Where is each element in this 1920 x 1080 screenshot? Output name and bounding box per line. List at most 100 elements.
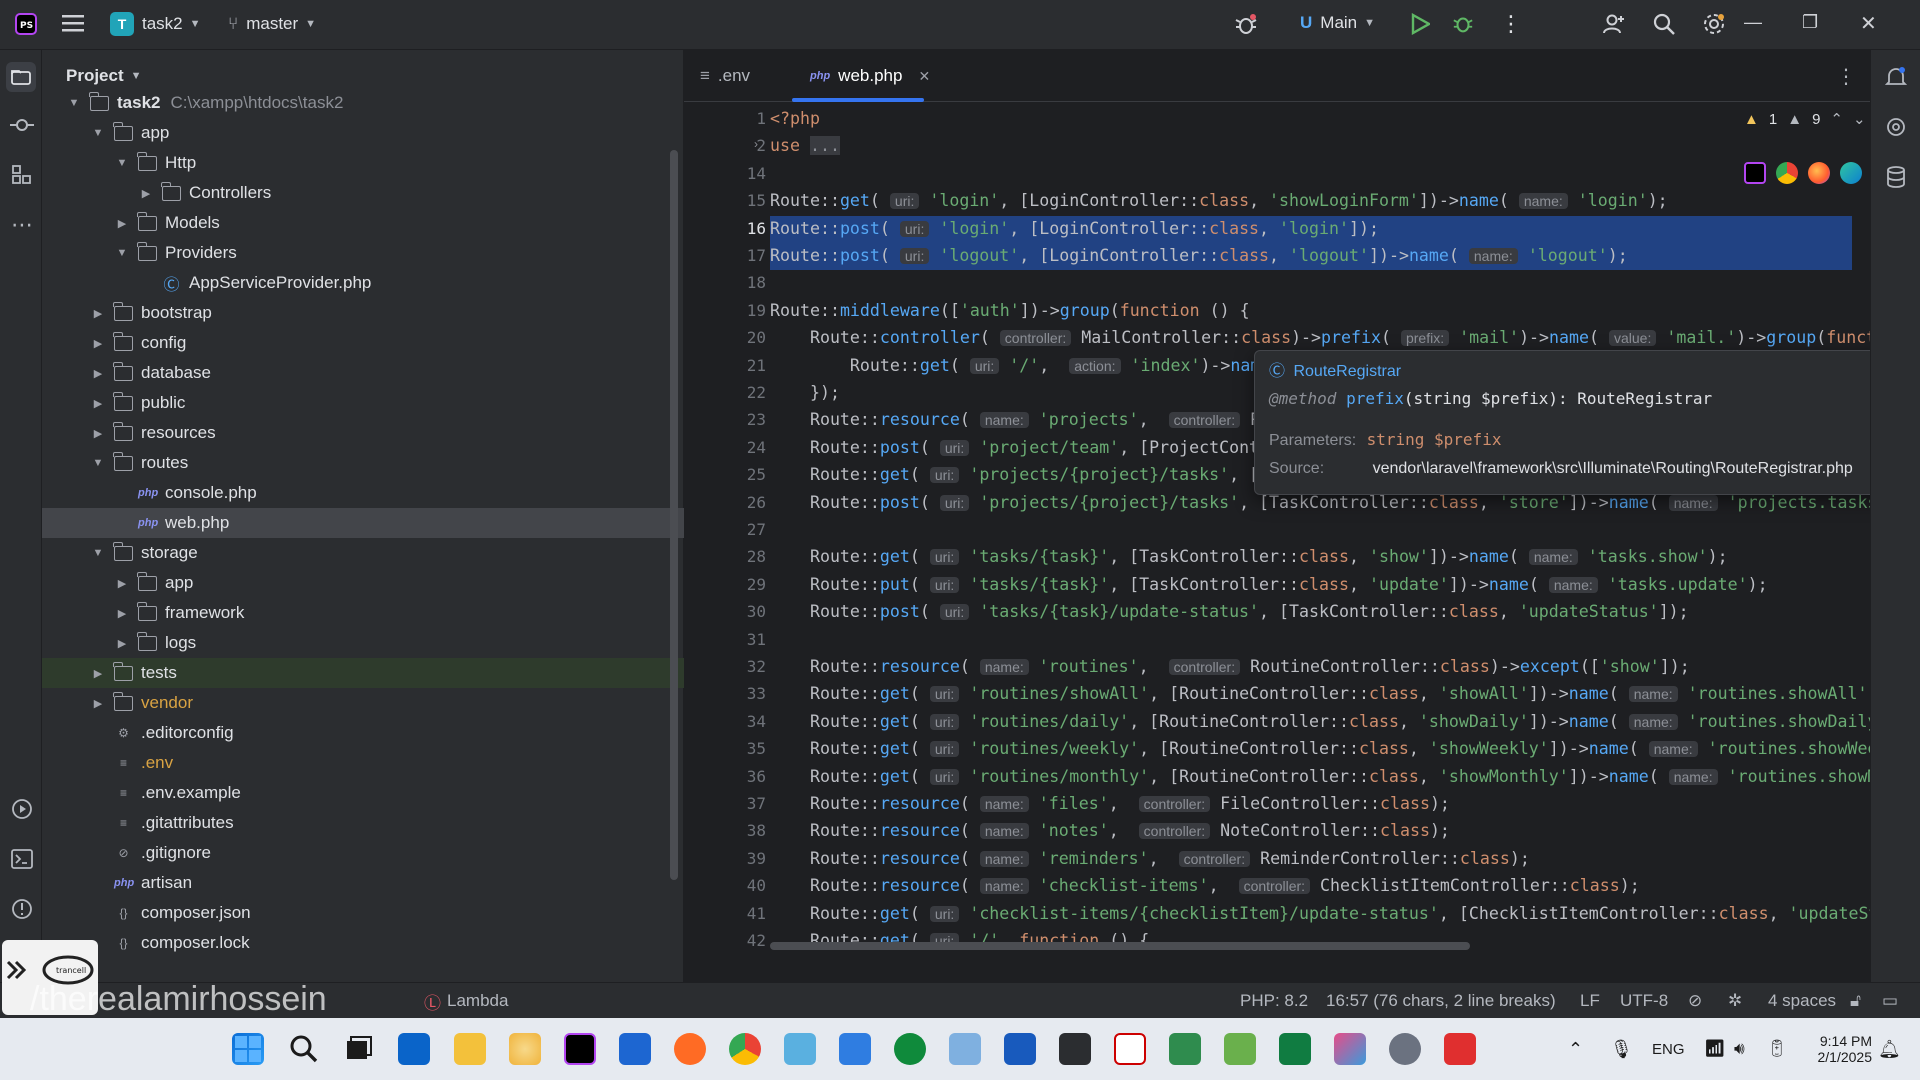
tree-item[interactable]: ▶ logs [42,628,686,658]
chevron-down-icon[interactable]: ▼ [90,127,106,139]
chevron-right-icon[interactable]: ▶ [90,367,106,380]
bug-icon[interactable] [1234,12,1258,36]
memory-indicator-icon[interactable]: ▭ [1882,983,1898,1019]
structure-icon[interactable] [9,162,35,188]
terminal-icon[interactable] [9,846,35,872]
excel-icon[interactable] [1279,1033,1311,1065]
app-logo-icon[interactable]: PS [14,12,38,36]
ai-assistant-icon[interactable] [1883,114,1909,140]
debug-button[interactable] [1452,13,1474,35]
popup-class-name[interactable]: RouteRegistrar [1293,363,1401,380]
chevron-down-icon[interactable]: ▼ [90,457,106,469]
php-version[interactable]: PHP: 8.2 [1240,983,1308,1019]
chevron-down-icon[interactable]: ▼ [90,547,106,559]
app-icon-8[interactable] [1169,1033,1201,1065]
tab-web-php[interactable]: php web.php ✕ [810,50,930,102]
chevron-down-icon[interactable]: ⌄ [1853,110,1866,128]
code-line[interactable]: Route::post( uri: 'project/team', [Proje… [770,434,1269,462]
inspection-widget[interactable]: ▲ 1 ▲ 9 ⌃ ⌄ [1744,110,1866,129]
add-user-icon[interactable] [1602,12,1626,36]
code-line[interactable]: Route::post( uri: 'logout', [LoginContro… [770,242,1628,270]
tree-item[interactable]: ▶ framework [42,598,686,628]
close-button[interactable]: ✕ [1860,11,1918,36]
tray-overflow-icon[interactable]: ⌃ [1568,1018,1583,1080]
tree-item[interactable]: ▶ Controllers [42,178,686,208]
chevron-right-icon[interactable]: ▶ [90,667,106,680]
code-line[interactable]: Route::post( uri: 'login', [LoginControl… [770,215,1379,243]
phpstorm-taskbar-icon[interactable] [564,1033,596,1065]
tree-item[interactable]: php web.php [42,508,686,538]
more-actions-icon[interactable]: ⋮ [1500,11,1522,37]
app-icon-11[interactable] [1444,1033,1476,1065]
tree-item[interactable]: {} composer.json [42,898,686,928]
tree-item[interactable]: ▼ routes [42,448,686,478]
code-line[interactable]: Route::get( uri: 'login', [LoginControll… [770,187,1668,215]
tree-item[interactable]: Ⓒ AppServiceProvider.php [42,268,686,298]
tree-item[interactable]: ≡ .env.example [42,778,686,808]
tab-options-icon[interactable]: ⋮ [1836,50,1856,102]
windows-start-icon[interactable] [232,1033,264,1065]
horizontal-scrollbar[interactable] [770,942,1470,950]
project-scrollbar[interactable] [670,150,678,880]
chevron-right-icon[interactable]: ▶ [114,637,130,650]
close-tab-icon[interactable]: ✕ [918,68,930,85]
postman-icon[interactable] [674,1033,706,1065]
app-icon-7[interactable] [1114,1033,1146,1065]
app-icon-4[interactable] [894,1033,926,1065]
app-icon-3[interactable] [784,1033,816,1065]
code-line[interactable]: <?php [770,105,820,133]
microphone-icon[interactable]: 🎙︎ [1610,1018,1633,1080]
battery-icon[interactable]: 🔋︎ [1766,1018,1788,1080]
chrome-icon[interactable] [1776,162,1798,184]
tree-item[interactable]: ▼ task2 C:\xampp\htdocs\task2 [42,88,686,118]
tree-item[interactable]: ▼ Http [42,148,686,178]
code-line[interactable]: Route::middleware(['auth'])->group(funct… [770,297,1250,325]
code-line[interactable]: Route::resource( name: 'projects', contr… [770,406,1270,434]
search-icon[interactable] [288,1033,320,1065]
code-line[interactable]: Route::resource( name: 'checklist-items'… [770,872,1640,900]
app-icon-9[interactable] [1224,1033,1256,1065]
chevron-right-icon[interactable]: ▶ [90,397,106,410]
app-icon-1[interactable] [509,1033,541,1065]
code-line[interactable]: Route::get( uri: 'routines/showAll', [Ro… [770,680,1888,708]
run-config-selector[interactable]: U Main ▼ [1300,13,1375,33]
code-line[interactable]: use ... [770,132,840,160]
chevron-down-icon[interactable]: ▼ [114,247,130,259]
project-selector[interactable]: T task2 ▼ [110,12,201,36]
code-line[interactable]: Route::get( uri: 'routines/monthly', [Ro… [770,763,1888,791]
tree-item[interactable]: ▼ storage [42,538,686,568]
tree-item[interactable]: ▶ bootstrap [42,298,686,328]
tree-item[interactable]: ▶ resources [42,418,686,448]
tab-env[interactable]: ≡ .env [700,50,750,102]
more-tools-icon[interactable]: ⋯ [9,212,35,238]
tree-item[interactable]: ▶ public [42,388,686,418]
notifications-icon[interactable] [1883,64,1909,90]
tree-item[interactable]: ⊘ .gitignore [42,838,686,868]
chevron-right-icon[interactable]: ▶ [114,607,130,620]
chevron-right-icon[interactable]: ▶ [90,427,106,440]
tree-item[interactable]: ▶ app [42,568,686,598]
tree-item[interactable]: ▶ tests [42,658,686,688]
code-line[interactable]: Route::get( uri: 'projects/{project}/tas… [770,461,1269,489]
chevron-right-icon[interactable]: ▶ [114,577,130,590]
main-menu-icon[interactable] [62,14,84,32]
chevron-right-icon[interactable]: ▶ [90,307,106,320]
firefox-icon[interactable] [1808,162,1830,184]
tree-item[interactable]: ▼ app [42,118,686,148]
file-encoding[interactable]: UTF-8 [1620,983,1668,1019]
services-icon[interactable] [9,796,35,822]
task-view-icon[interactable] [343,1033,375,1065]
code-line[interactable]: Route::resource( name: 'routines', contr… [770,653,1690,681]
tree-item[interactable]: php artisan [42,868,686,898]
code-line[interactable]: Route::resource( name: 'files', controll… [770,790,1450,818]
inspection-settings-icon[interactable]: ✲ [1728,983,1742,1019]
indent-setting[interactable]: 4 spaces [1768,983,1836,1019]
wifi-icon[interactable]: 📶︎ [1704,1018,1726,1080]
chevron-right-icon[interactable]: ▶ [114,217,130,230]
tree-item[interactable]: ≡ .env [42,748,686,778]
code-line[interactable]: Route::get( uri: 'tasks/{task}', [TaskCo… [770,543,1728,571]
edge-icon[interactable] [1840,162,1862,184]
code-line[interactable]: Route::get( uri: 'checklist-items/{check… [770,900,1879,928]
app-icon-5[interactable] [949,1033,981,1065]
restore-button[interactable]: ❐ [1802,12,1860,33]
